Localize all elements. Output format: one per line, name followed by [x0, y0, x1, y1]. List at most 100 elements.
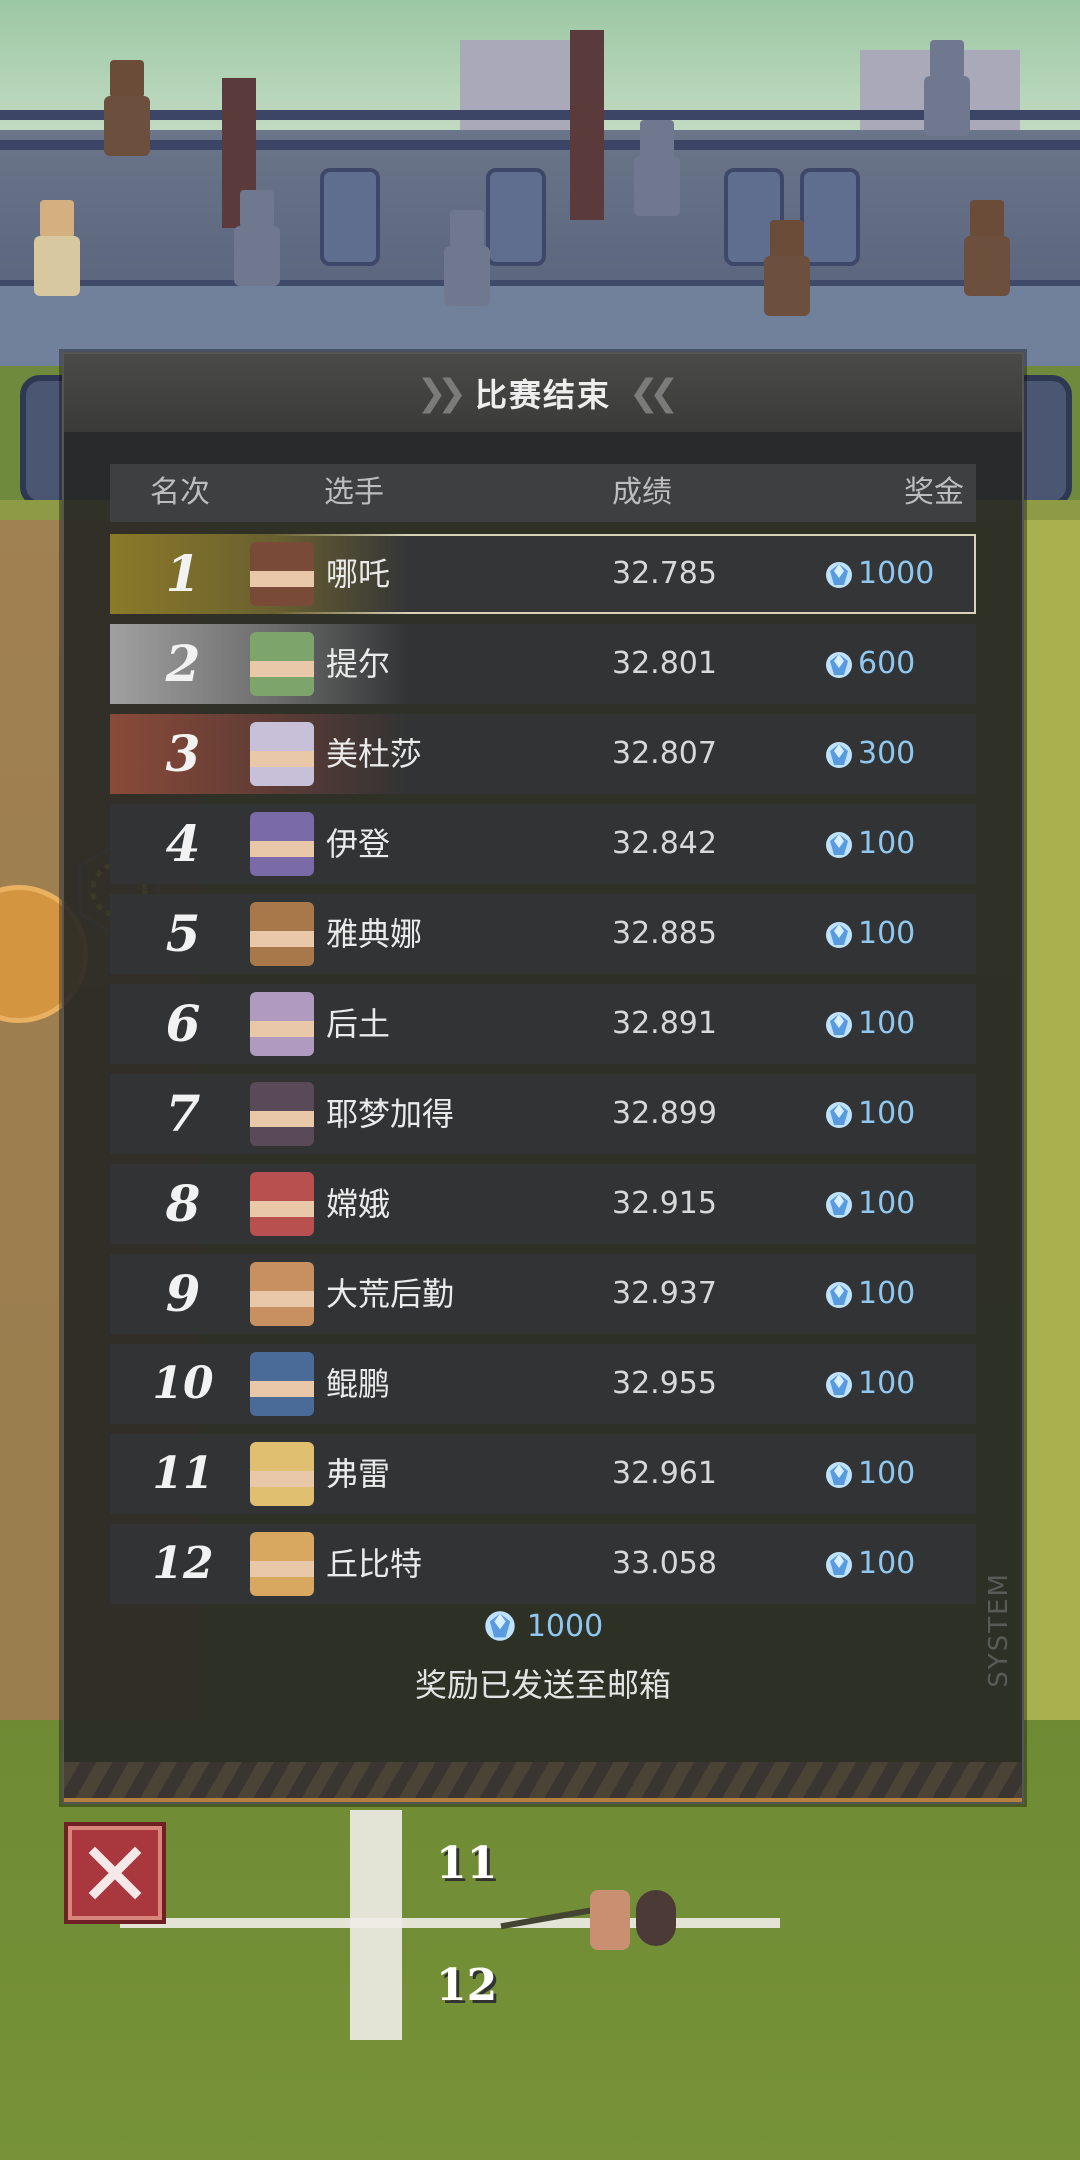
player-name: 提尔 — [326, 645, 391, 683]
panel-title: 比赛结束 — [474, 376, 611, 414]
barrel — [486, 168, 546, 266]
gem-icon — [826, 1552, 852, 1578]
lane-number: 12 — [436, 1960, 498, 2011]
player-avatar — [250, 902, 314, 966]
player-score: 32.915 — [612, 1186, 717, 1221]
double-chevron-right-icon: ❯❯ — [416, 372, 467, 414]
rank-number: 5 — [165, 904, 201, 963]
player-score: 32.842 — [612, 826, 717, 861]
player-score: 32.891 — [612, 1006, 717, 1041]
player-avatar — [250, 542, 314, 606]
player-score: 32.785 — [612, 556, 717, 591]
player-avatar — [250, 1082, 314, 1146]
header-prize: 奖金 — [904, 475, 964, 510]
rank-number: 12 — [152, 1538, 214, 1589]
player-avatar — [250, 1352, 314, 1416]
total-prize-amount: 1000 — [526, 1608, 604, 1644]
gem-icon — [826, 1282, 852, 1308]
gem-icon — [826, 652, 852, 678]
player-score: 32.955 — [612, 1366, 717, 1401]
result-row[interactable]: 10 鲲鹏 32.955 100 — [110, 1344, 976, 1424]
rank-number: 3 — [165, 724, 201, 783]
rank-number: 8 — [165, 1174, 201, 1233]
reward-mail-message: 奖励已发送至邮箱 — [414, 1666, 671, 1704]
result-row[interactable]: 2 提尔 32.801 600 — [110, 624, 976, 704]
grass-edge — [1020, 520, 1080, 1720]
barrel — [320, 168, 380, 266]
result-row[interactable]: 9 大荒后勤 32.937 100 — [110, 1254, 976, 1334]
rank-number: 6 — [165, 994, 201, 1053]
prize-amount: 100 — [858, 1186, 916, 1221]
player-avatar — [250, 1262, 314, 1326]
result-row[interactable]: 11 弗雷 32.961 100 — [110, 1434, 976, 1514]
double-chevron-left-icon: ❮❮ — [629, 372, 679, 414]
close-button[interactable] — [64, 1822, 166, 1924]
spectator — [30, 200, 82, 300]
result-row[interactable]: 6 后土 32.891 100 — [110, 984, 976, 1064]
spectator — [920, 40, 972, 140]
player-name: 嫦娥 — [326, 1185, 391, 1223]
player-name: 伊登 — [326, 825, 391, 863]
gem-icon — [826, 562, 852, 588]
gem-icon — [826, 1012, 852, 1038]
panel-header: ❯❯ 比赛结束 ❮❮ — [64, 354, 1022, 432]
prize-amount: 300 — [858, 736, 916, 771]
stadium-rail — [0, 140, 1080, 150]
gem-icon — [826, 1192, 852, 1218]
player-name: 哪吒 — [326, 555, 391, 593]
result-row[interactable]: 12 丘比特 33.058 100 — [110, 1524, 976, 1604]
gem-icon — [485, 1611, 515, 1641]
gem-icon — [826, 1102, 852, 1128]
prize-amount: 1000 — [858, 556, 935, 591]
rank-number: 1 — [165, 544, 201, 603]
header-rank: 名次 — [150, 475, 210, 510]
player-avatar — [250, 1172, 314, 1236]
player-name: 大荒后勤 — [326, 1275, 455, 1313]
player-name: 丘比特 — [326, 1545, 423, 1583]
player-score: 32.885 — [612, 916, 717, 951]
player-avatar — [250, 1532, 314, 1596]
rank-number: 10 — [152, 1358, 214, 1409]
gem-icon — [826, 922, 852, 948]
prize-amount: 100 — [858, 1366, 916, 1401]
player-avatar — [250, 632, 314, 696]
player-score: 32.961 — [612, 1456, 717, 1491]
player-avatar — [250, 812, 314, 876]
prize-amount: 100 — [858, 1006, 916, 1041]
player-score: 32.801 — [612, 646, 717, 681]
player-score: 33.058 — [612, 1546, 717, 1581]
result-row[interactable]: 4 伊登 32.842 100 — [110, 804, 976, 884]
result-row[interactable]: 3 美杜莎 32.807 300 — [110, 714, 976, 794]
rank-number: 2 — [165, 634, 201, 693]
player-avatar — [250, 992, 314, 1056]
result-row[interactable]: 1 哪吒 32.785 1000 — [110, 534, 976, 614]
rank-number: 9 — [165, 1264, 201, 1323]
player-score: 32.899 — [612, 1096, 717, 1131]
prize-amount: 100 — [858, 1546, 916, 1581]
header-player: 选手 — [324, 475, 384, 510]
close-icon — [88, 1846, 142, 1900]
gem-icon — [826, 1462, 852, 1488]
player-score: 32.807 — [612, 736, 717, 771]
wooden-post — [570, 30, 604, 220]
player-name: 美杜莎 — [326, 735, 423, 773]
results-table-header: 名次 选手 成绩 奖金 — [110, 464, 976, 522]
player-avatar — [250, 722, 314, 786]
header-score: 成绩 — [612, 475, 672, 510]
player-avatar — [250, 1442, 314, 1506]
player-name: 耶梦加得 — [326, 1095, 455, 1133]
runner-character — [500, 1870, 680, 2000]
player-score: 32.937 — [612, 1276, 717, 1311]
spectator — [960, 200, 1012, 300]
gem-icon — [826, 742, 852, 768]
result-row[interactable]: 7 耶梦加得 32.899 100 — [110, 1074, 976, 1154]
spectator — [230, 190, 282, 290]
gem-icon — [826, 832, 852, 858]
panel-footer-stripe — [64, 1762, 1022, 1802]
result-row[interactable]: 5 雅典娜 32.885 100 — [110, 894, 976, 974]
result-row[interactable]: 8 嫦娥 32.915 100 — [110, 1164, 976, 1244]
prize-amount: 100 — [858, 1456, 916, 1491]
spectator — [760, 220, 812, 320]
prize-amount: 600 — [858, 646, 916, 681]
system-tag: SYSTEM — [984, 1572, 1014, 1688]
